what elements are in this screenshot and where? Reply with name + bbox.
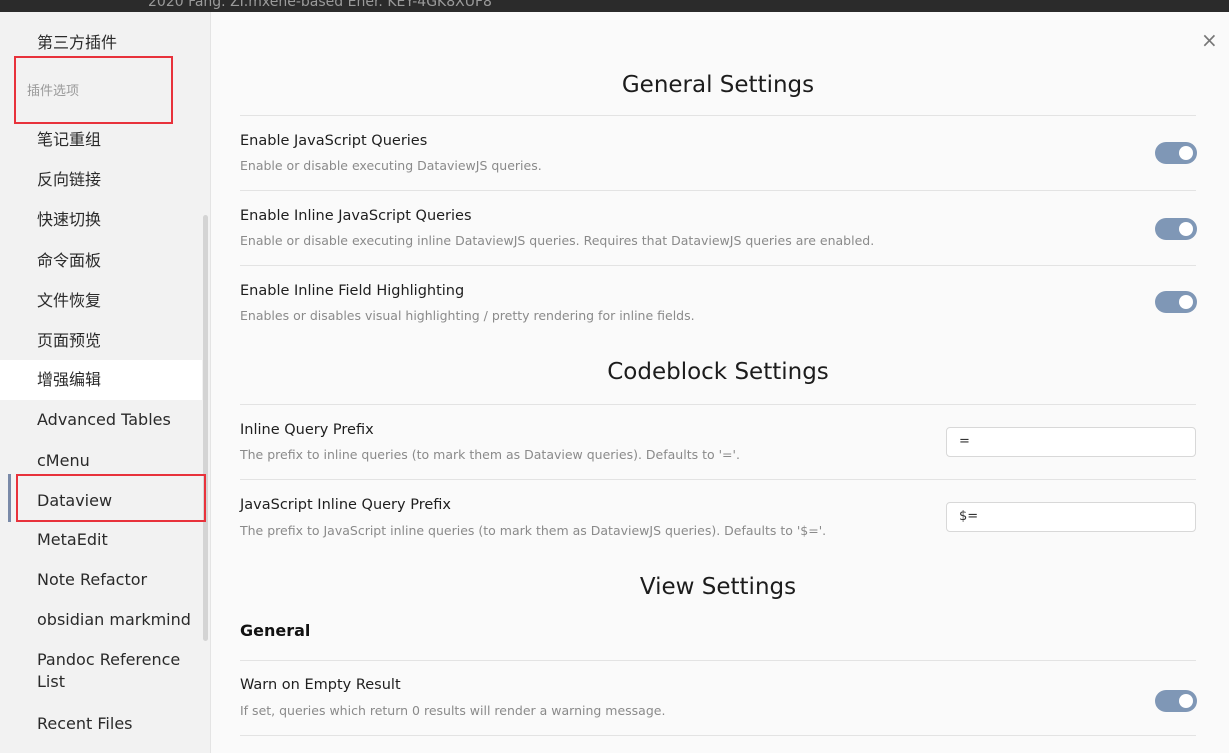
sidebar-item-recent-files[interactable]: Recent Files: [37, 713, 133, 735]
setting-desc-js-inline-query-prefix: The prefix to JavaScript inline queries …: [240, 523, 827, 538]
sidebar-item-cmenu[interactable]: cMenu: [37, 450, 90, 472]
sidebar-item-obsidian-markmind[interactable]: obsidian markmind: [37, 609, 191, 631]
sidebar-item-enhanced-editing[interactable]: 增强编辑: [0, 360, 202, 400]
general-settings-heading: General Settings: [621, 72, 815, 98]
sidebar-active-marker: [8, 474, 11, 522]
toggle-inline-js-queries[interactable]: [1155, 218, 1197, 240]
toggle-inline-field-highlighting[interactable]: [1155, 291, 1197, 313]
divider: [240, 735, 1196, 736]
setting-desc-inline-query-prefix: The prefix to inline queries (to mark th…: [240, 447, 740, 462]
codeblock-settings-heading: Codeblock Settings: [607, 359, 829, 385]
setting-name-js-queries: Enable JavaScript Queries: [240, 133, 428, 149]
toggle-knob: [1179, 694, 1193, 708]
setting-desc-warn-empty-result: If set, queries which return 0 results w…: [240, 703, 666, 718]
sidebar-item-pandoc-reference-list[interactable]: Pandoc Reference List: [37, 649, 197, 693]
background-window-title: 2020 Fang. ZI.mxene-based Ener. KEY-4GK8…: [148, 0, 492, 10]
sidebar-item-command-palette[interactable]: 命令面板: [37, 250, 101, 272]
sidebar-item-note-refactor[interactable]: Note Refactor: [37, 569, 147, 591]
close-icon[interactable]: ×: [1201, 29, 1218, 51]
sidebar-scrollbar[interactable]: [203, 215, 208, 641]
divider: [240, 479, 1196, 480]
inline-query-prefix-input[interactable]: =: [946, 427, 1196, 457]
divider: [240, 404, 1196, 405]
setting-desc-inline-field-highlighting: Enables or disables visual highlighting …: [240, 308, 695, 323]
sidebar-item-note-composer[interactable]: 笔记重组: [37, 129, 101, 151]
sidebar-item-quick-switcher[interactable]: 快速切换: [37, 209, 101, 231]
setting-name-js-inline-query-prefix: JavaScript Inline Query Prefix: [240, 497, 451, 513]
setting-name-inline-field-highlighting: Enable Inline Field Highlighting: [240, 283, 465, 299]
view-settings-heading: View Settings: [639, 574, 797, 600]
toggle-js-queries[interactable]: [1155, 142, 1197, 164]
toggle-knob: [1179, 146, 1193, 160]
toggle-knob: [1179, 222, 1193, 236]
js-inline-query-prefix-input[interactable]: $=: [946, 502, 1196, 532]
view-general-subheading: General: [240, 621, 311, 640]
divider: [240, 265, 1196, 266]
divider: [240, 660, 1196, 661]
toggle-warn-empty-result[interactable]: [1155, 690, 1197, 712]
sidebar-item-advanced-tables[interactable]: Advanced Tables: [37, 409, 171, 431]
toggle-knob: [1179, 295, 1193, 309]
setting-desc-inline-js-queries: Enable or disable executing inline Datav…: [240, 233, 875, 248]
setting-name-inline-js-queries: Enable Inline JavaScript Queries: [240, 208, 472, 224]
sidebar-item-backlinks[interactable]: 反向链接: [37, 169, 101, 191]
highlight-box-dataview: [16, 474, 206, 522]
sidebar-item-file-recovery[interactable]: 文件恢复: [37, 290, 101, 312]
setting-name-warn-empty-result: Warn on Empty Result: [240, 677, 401, 693]
highlight-box-plugin-options: [14, 56, 173, 124]
sidebar-item-third-party-plugins[interactable]: 第三方插件: [37, 32, 117, 54]
divider: [240, 190, 1196, 191]
setting-desc-js-queries: Enable or disable executing DataviewJS q…: [240, 158, 542, 173]
background-window-strip: 2020 Fang. ZI.mxene-based Ener. KEY-4GK8…: [0, 0, 1229, 12]
sidebar-item-metaedit[interactable]: MetaEdit: [37, 529, 108, 551]
setting-name-inline-query-prefix: Inline Query Prefix: [240, 422, 374, 438]
divider: [240, 115, 1196, 116]
sidebar-item-page-preview[interactable]: 页面预览: [37, 330, 101, 352]
